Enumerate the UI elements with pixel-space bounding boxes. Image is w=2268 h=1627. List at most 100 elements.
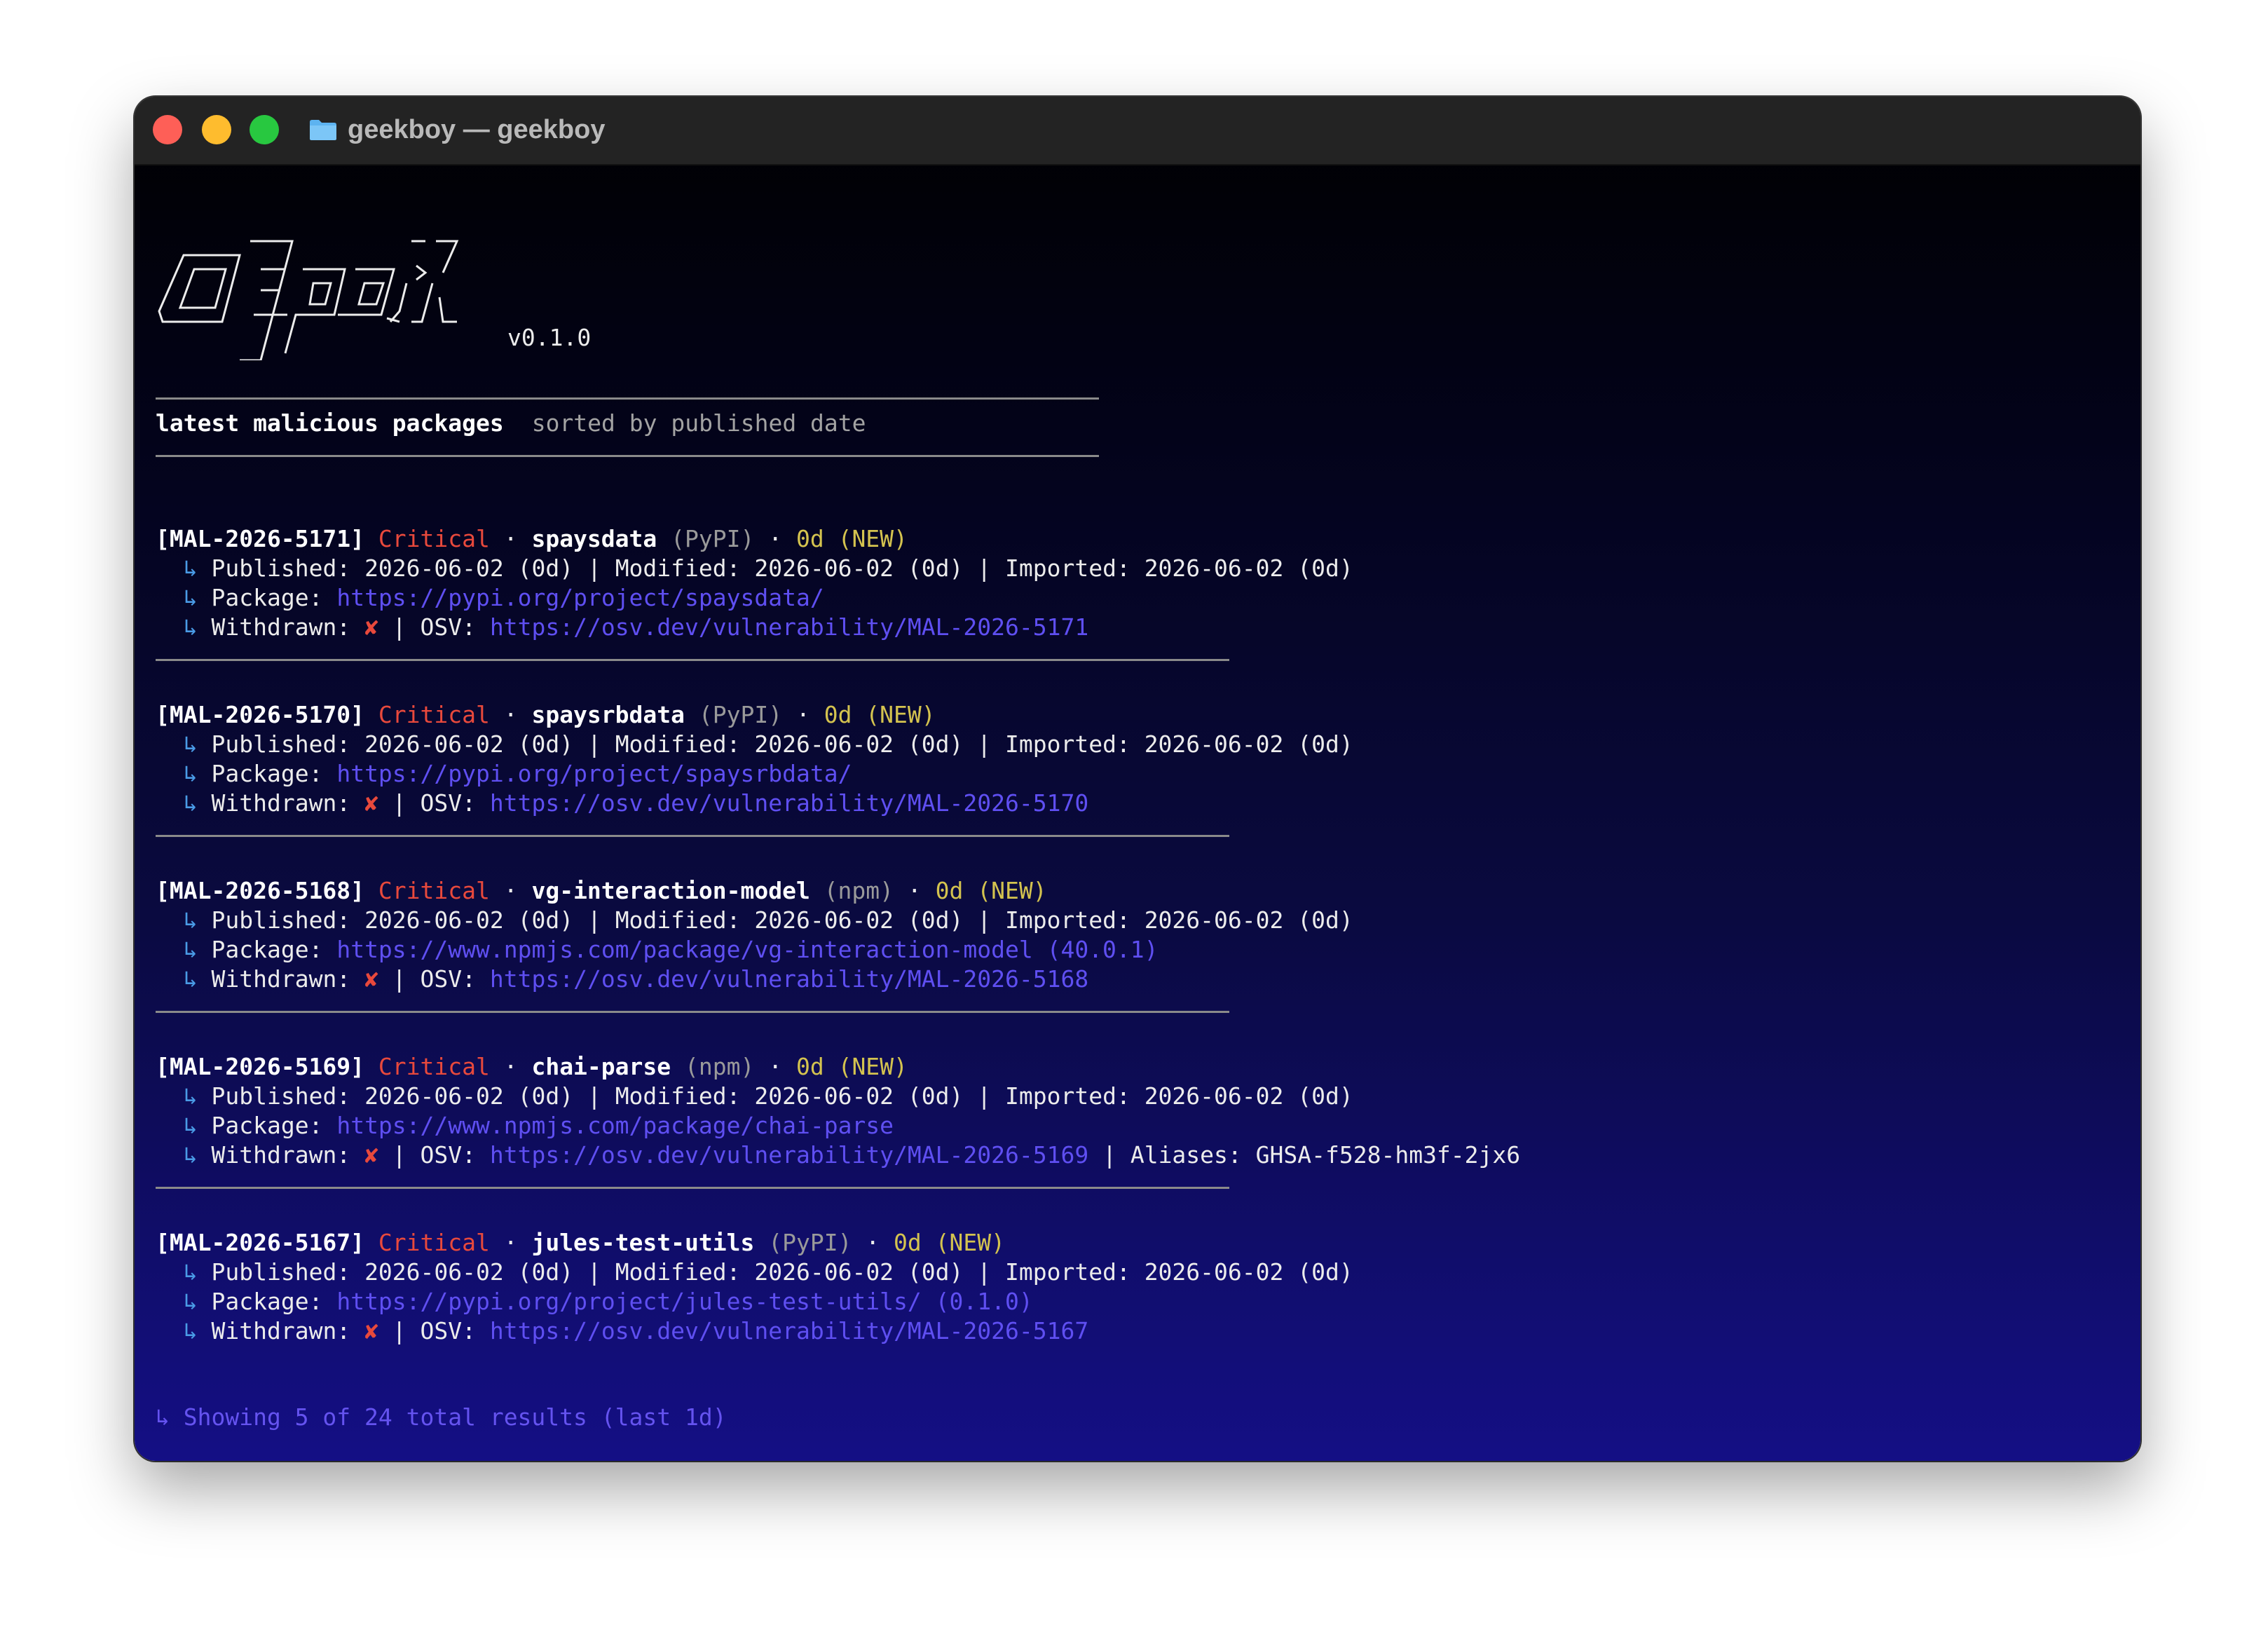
modified-label: Modified: — [615, 554, 741, 582]
imported-value: 2026-06-02 (0d) — [1144, 730, 1353, 758]
modified-value: 2026-06-02 (0d) — [754, 1082, 964, 1110]
pipe-separator: | — [378, 1317, 421, 1345]
package-name: chai-parse — [531, 1053, 671, 1080]
package-name: jules-test-utils — [531, 1229, 755, 1256]
imported-label: Imported: — [1005, 730, 1130, 758]
osv-link[interactable]: https://osv.dev/vulnerability/MAL-2026-5… — [490, 965, 1088, 993]
package-name: vg-interaction-model — [531, 877, 810, 904]
published-value: 2026-06-02 (0d) — [364, 1258, 574, 1286]
published-label: Published: — [211, 1082, 351, 1110]
ecosystem-label: (npm) — [685, 1053, 755, 1080]
arrow-icon: ↳ — [183, 1141, 198, 1169]
pipe-separator: | — [963, 554, 1005, 582]
modified-value: 2026-06-02 (0d) — [754, 906, 964, 934]
zoom-button[interactable] — [250, 115, 279, 144]
entry-dates: ↳ Published: 2026-06-02 (0d) | Modified:… — [156, 730, 1353, 759]
arrow-icon: ↳ — [183, 1112, 198, 1139]
entry-dates: ↳ Published: 2026-06-02 (0d) | Modified:… — [156, 1082, 1520, 1111]
ecosystem-label: (PyPI) — [768, 1229, 852, 1256]
version-label: v0.1.0 — [507, 324, 592, 351]
terminal-content[interactable]: v0.1.0 latest malicious packages sorted b… — [156, 164, 2119, 1461]
close-button[interactable] — [153, 115, 182, 144]
pipe-separator: | — [573, 906, 615, 934]
arrow-icon: ↳ — [183, 584, 198, 611]
age-badge: 0d (NEW) — [935, 877, 1047, 904]
arrow-icon: ↳ — [183, 1288, 198, 1315]
advisory-id: [MAL-2026-5167] — [156, 1229, 365, 1256]
osv-link[interactable]: https://osv.dev/vulnerability/MAL-2026-5… — [490, 1317, 1088, 1345]
age-badge: 0d (NEW) — [795, 1053, 908, 1080]
entry-divider — [156, 1011, 1229, 1013]
advisory-id: [MAL-2026-5169] — [156, 1053, 365, 1080]
entry-package: ↳ Package: https://pypi.org/project/jule… — [156, 1287, 1353, 1316]
ecosystem-label: (PyPI) — [671, 525, 755, 552]
entry-package: ↳ Package: https://pypi.org/project/spay… — [156, 583, 1353, 613]
dot-separator: · — [489, 1053, 532, 1080]
imported-value: 2026-06-02 (0d) — [1144, 906, 1353, 934]
entry-dates: ↳ Published: 2026-06-02 (0d) | Modified:… — [156, 906, 1353, 935]
arrow-icon: ↳ — [183, 936, 198, 963]
modified-label: Modified: — [615, 730, 741, 758]
arrow-icon: ↳ — [183, 965, 198, 993]
advisory-id: [MAL-2026-5168] — [156, 877, 365, 904]
advisory-id: [MAL-2026-5170] — [156, 701, 365, 728]
age-badge: 0d (NEW) — [824, 701, 936, 728]
arrow-icon: ↳ — [183, 1258, 198, 1286]
package-entry: [MAL-2026-5169] Critical · chai-parse (n… — [156, 1052, 1520, 1170]
modified-label: Modified: — [615, 1258, 741, 1286]
entry-status: ↳ Withdrawn: ✘ | OSV: https://osv.dev/vu… — [156, 789, 1353, 818]
imported-value: 2026-06-02 (0d) — [1144, 554, 1353, 582]
dot-separator: · — [489, 701, 532, 728]
package-link[interactable]: https://www.npmjs.com/package/chai-parse — [336, 1112, 894, 1139]
arrow-icon: ↳ — [183, 613, 198, 641]
pipe-separator: | — [378, 613, 421, 641]
osv-label: OSV: — [420, 1317, 477, 1345]
package-entry: [MAL-2026-5168] Critical · vg-interactio… — [156, 876, 1353, 994]
package-link[interactable]: https://pypi.org/project/jules-test-util… — [336, 1288, 1032, 1315]
severity-badge: Critical — [378, 877, 490, 904]
entry-package: ↳ Package: https://www.npmjs.com/package… — [156, 1111, 1520, 1141]
osv-label: OSV: — [420, 965, 477, 993]
modified-label: Modified: — [615, 906, 741, 934]
package-name: spaysrbdata — [531, 701, 685, 728]
package-link[interactable]: https://pypi.org/project/spaysdata/ — [336, 584, 824, 611]
pipe-separator: | — [963, 730, 1005, 758]
entry-divider — [156, 1187, 1229, 1189]
arrow-icon: ↳ — [183, 760, 198, 787]
package-label: Package: — [211, 760, 323, 787]
ecosystem-label: (PyPI) — [698, 701, 783, 728]
title-bar[interactable]: geekboy — geekboy — [135, 97, 2140, 165]
modified-label: Modified: — [615, 1082, 741, 1110]
imported-value: 2026-06-02 (0d) — [1144, 1258, 1353, 1286]
entry-status: ↳ Withdrawn: ✘ | OSV: https://osv.dev/vu… — [156, 1316, 1353, 1346]
package-entry: [MAL-2026-5167] Critical · jules-test-ut… — [156, 1228, 1353, 1346]
ecosystem-label: (npm) — [824, 877, 894, 904]
dot-separator: · — [894, 877, 936, 904]
severity-badge: Critical — [378, 1229, 490, 1256]
pipe-separator: | — [378, 789, 421, 817]
entry-dates: ↳ Published: 2026-06-02 (0d) | Modified:… — [156, 554, 1353, 583]
imported-label: Imported: — [1005, 1082, 1130, 1110]
pipe-separator: | — [963, 1082, 1005, 1110]
divider — [156, 397, 1099, 400]
package-label: Package: — [211, 584, 323, 611]
published-value: 2026-06-02 (0d) — [364, 906, 574, 934]
package-link[interactable]: https://www.npmjs.com/package/vg-interac… — [336, 936, 1158, 963]
pipe-separator: | — [573, 1082, 615, 1110]
cross-icon: ✘ — [364, 789, 378, 817]
withdrawn-label: Withdrawn: — [211, 965, 351, 993]
cross-icon: ✘ — [364, 1141, 378, 1169]
modified-value: 2026-06-02 (0d) — [754, 554, 964, 582]
osv-link[interactable]: https://osv.dev/vulnerability/MAL-2026-5… — [490, 613, 1088, 641]
published-value: 2026-06-02 (0d) — [364, 1082, 574, 1110]
depx-ascii-logo — [158, 240, 459, 360]
dot-separator: · — [754, 1053, 796, 1080]
minimize-button[interactable] — [202, 115, 231, 144]
pipe-separator: | — [573, 1258, 615, 1286]
osv-link[interactable]: https://osv.dev/vulnerability/MAL-2026-5… — [490, 789, 1088, 817]
package-link[interactable]: https://pypi.org/project/spaysrbdata/ — [336, 760, 852, 787]
osv-link[interactable]: https://osv.dev/vulnerability/MAL-2026-5… — [490, 1141, 1088, 1169]
entry-header: [MAL-2026-5168] Critical · vg-interactio… — [156, 876, 1353, 906]
package-label: Package: — [211, 936, 323, 963]
dot-separator: · — [754, 525, 796, 552]
